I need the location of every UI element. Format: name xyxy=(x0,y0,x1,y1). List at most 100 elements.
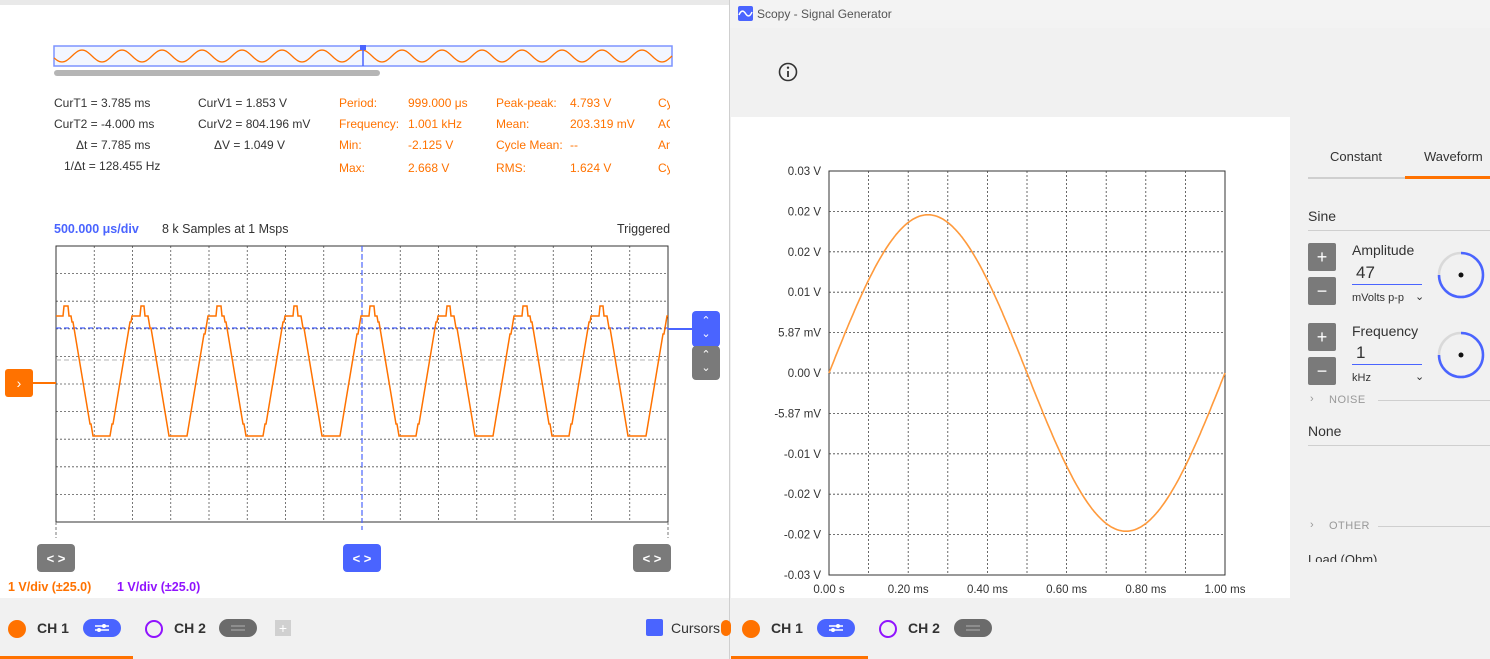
minus-icon: − xyxy=(1316,360,1328,381)
trigger-position-handle[interactable]: < > xyxy=(633,544,671,572)
ch1-offset-handle[interactable]: › xyxy=(5,369,33,397)
chevron-left-right-icon: < > xyxy=(642,550,662,566)
chevron-right-icon[interactable]: › xyxy=(1310,393,1314,405)
window-title: Scopy - Signal Generator xyxy=(757,7,892,21)
timebase-label[interactable]: 500.000 μs/div xyxy=(54,222,139,236)
x-tick-label: 1.00 ms xyxy=(1205,584,1246,596)
ch2-indicator[interactable] xyxy=(145,620,163,638)
y-tick-label: 0.02 V xyxy=(788,247,822,259)
y-tick-label: -5.87 mV xyxy=(774,408,821,420)
title-bar: Scopy - Signal Generator xyxy=(730,0,1490,28)
amplitude-knob[interactable] xyxy=(1436,250,1486,300)
ch2-indicator[interactable] xyxy=(879,620,897,638)
curt1-readout: CurT1 = 3.785 ms xyxy=(54,96,151,110)
overview-scrollbar[interactable] xyxy=(54,70,380,76)
ch1-scale-label: 1 V/div (±25.0) xyxy=(8,580,92,594)
preview-plot: 0.03 V 0.02 V 0.02 V 0.01 V 5.87 mV 0.00 V -5.… xyxy=(731,117,1290,598)
plus-icon: + xyxy=(278,620,288,636)
tab-underline xyxy=(1405,176,1490,179)
other-section-header[interactable]: OTHER xyxy=(1329,520,1370,532)
curv2-readout: CurV2 = 804.196 mV xyxy=(198,117,311,131)
frequency-value: 1.001 kHz xyxy=(408,117,463,131)
curt2-readout: CurT2 = -4.000 ms xyxy=(54,117,155,131)
y-tick-label: 5.87 mV xyxy=(778,328,821,340)
amplitude-unit-select[interactable]: mVolts p-p xyxy=(1352,292,1404,304)
ch2-settings-button[interactable] xyxy=(954,619,992,637)
cursor-t1-handle[interactable]: < > xyxy=(343,544,381,572)
min-label: Min: xyxy=(339,138,362,152)
chevron-up-down-icon: ⌃ ⌄ xyxy=(701,349,711,374)
inverse-delta-t-readout: 1/Δt = 128.455 Hz xyxy=(64,159,161,173)
amplitude-input[interactable]: 47 xyxy=(1356,263,1375,283)
frequency-knob[interactable] xyxy=(1436,330,1486,380)
ch2-label[interactable]: CH 2 xyxy=(174,620,206,636)
load-label: Load (Ohm) xyxy=(1308,553,1378,562)
cursor-t2-handle[interactable]: < > xyxy=(37,544,75,572)
peak-peak-value: 4.793 V xyxy=(570,96,612,110)
chevron-left-right-icon: < > xyxy=(352,550,372,566)
cursors-checkbox[interactable] xyxy=(646,619,663,636)
y-tick-label: 0.00 V xyxy=(788,368,822,380)
settings-panel: Constant Waveform Sine + − Amplitude 47 … xyxy=(1290,117,1490,598)
x-tick-label: 0.60 ms xyxy=(1046,584,1087,596)
top-strip xyxy=(0,0,730,5)
oscilloscope-panel: CurT1 = 3.785 ms CurT2 = -4.000 ms Δt = … xyxy=(0,0,730,659)
cycle-mean-value: -- xyxy=(570,138,578,152)
cursors-label[interactable]: Cursors xyxy=(671,620,720,636)
waveform-type-select[interactable]: Sine xyxy=(1308,208,1336,224)
chevron-right-icon[interactable]: › xyxy=(1310,519,1314,531)
channel-bar: CH 1 CH 2 + Cursors xyxy=(0,598,730,659)
ch1-indicator[interactable] xyxy=(742,620,760,638)
frequency-label: Frequency: xyxy=(339,117,400,131)
sliders-icon xyxy=(231,625,245,631)
amplitude-label: Amplitude xyxy=(1352,242,1415,258)
rms-label: RMS: xyxy=(496,161,526,175)
ch1-label[interactable]: CH 1 xyxy=(771,620,803,636)
tab-constant[interactable]: Constant xyxy=(1330,149,1382,164)
y-tick-label: -0.02 V xyxy=(784,530,821,542)
curv1-readout: CurV1 = 1.853 V xyxy=(198,96,288,110)
overview-strip[interactable] xyxy=(52,44,674,78)
info-icon[interactable] xyxy=(778,62,798,82)
tab-waveform[interactable]: Waveform xyxy=(1424,149,1483,164)
frequency-decrement-button[interactable]: − xyxy=(1308,357,1336,385)
scope-plot[interactable] xyxy=(0,238,730,538)
frequency-increment-button[interactable]: + xyxy=(1308,323,1336,351)
cursor-v2-handle[interactable]: ⌃ ⌄ xyxy=(692,346,720,380)
ch1-settings-button[interactable] xyxy=(83,619,121,637)
ch1-label[interactable]: CH 1 xyxy=(37,620,69,636)
x-tick-label: 0.20 ms xyxy=(888,584,929,596)
amplitude-increment-button[interactable]: + xyxy=(1308,243,1336,271)
x-tick-label: 0.40 ms xyxy=(967,584,1008,596)
x-tick-label: 0.80 ms xyxy=(1125,584,1166,596)
chevron-up-down-icon: ⌃ ⌄ xyxy=(701,315,711,340)
chevron-left-right-icon: < > xyxy=(46,550,66,566)
add-channel-button[interactable]: + xyxy=(275,620,291,636)
mean-label: Mean: xyxy=(496,117,530,131)
delta-t-readout: Δt = 7.785 ms xyxy=(76,138,151,152)
peak-peak-label: Peak-peak: xyxy=(496,96,557,110)
ch1-settings-button[interactable] xyxy=(817,619,855,637)
trigger-status: Triggered xyxy=(617,222,671,236)
samples-label: 8 k Samples at 1 Msps xyxy=(162,222,289,236)
amplitude-decrement-button[interactable]: − xyxy=(1308,277,1336,305)
chevron-right-icon: › xyxy=(16,375,22,391)
minus-icon: − xyxy=(1316,280,1328,301)
noise-section-header[interactable]: NOISE xyxy=(1329,394,1366,406)
sliders-icon xyxy=(829,624,843,632)
max-label: Max: xyxy=(339,161,366,175)
ch2-label[interactable]: CH 2 xyxy=(908,620,940,636)
ch2-settings-button[interactable] xyxy=(219,619,257,637)
signal-generator-window: Scopy - Signal Generator 0.03 V 0.02 V 0.0… xyxy=(729,0,1490,659)
ch1-indicator[interactable] xyxy=(8,620,26,638)
frequency-input[interactable]: 1 xyxy=(1356,343,1365,363)
period-value: 999.000 μs xyxy=(408,96,468,110)
y-tick-label: 0.01 V xyxy=(788,287,822,299)
y-tick-label: -0.01 V xyxy=(784,449,821,461)
noise-type-select[interactable]: None xyxy=(1308,423,1341,439)
min-value: -2.125 V xyxy=(408,138,454,152)
y-tick-label: 0.02 V xyxy=(788,206,822,218)
channel-bar: CH 1 CH 2 xyxy=(731,598,1490,659)
frequency-unit-select[interactable]: kHz xyxy=(1352,372,1371,384)
cursor-v1-handle[interactable]: ⌃ ⌄ xyxy=(692,311,720,347)
